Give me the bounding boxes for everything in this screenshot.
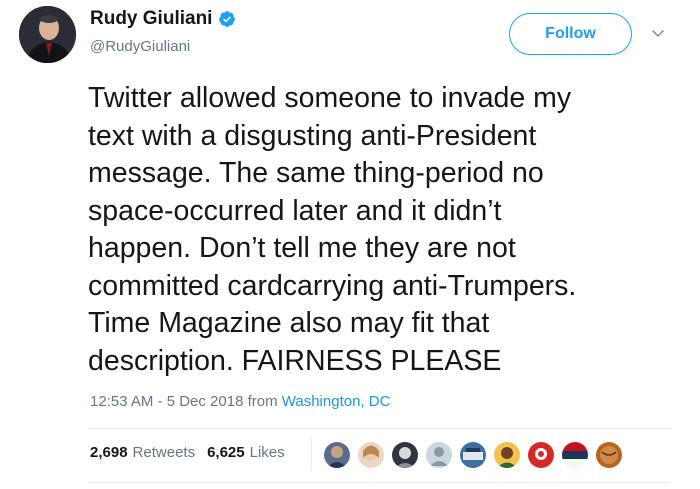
likes-stat[interactable]: 6,625 Likes xyxy=(207,444,285,461)
follow-button[interactable]: Follow xyxy=(509,13,632,55)
likers-avatars xyxy=(322,440,628,470)
location-link[interactable]: Washington, DC xyxy=(282,393,391,410)
tweet-text: Twitter allowed someone to invade my tex… xyxy=(88,82,577,377)
tweet-timestamp: 12:53 AM - 5 Dec 2018 from Washington, D… xyxy=(90,393,390,410)
retweets-count: 2,698 xyxy=(90,444,128,461)
liker-avatar[interactable] xyxy=(560,440,590,470)
likes-label: Likes xyxy=(249,444,285,461)
liker-avatar[interactable] xyxy=(322,440,352,470)
likes-count: 6,625 xyxy=(207,444,245,461)
retweets-stat[interactable]: 2,698 Retweets xyxy=(90,444,195,461)
divider xyxy=(88,428,670,429)
liker-avatar[interactable] xyxy=(526,440,556,470)
chevron-down-icon[interactable] xyxy=(650,25,666,41)
tweet-stats: 2,698 Retweets 6,625 Likes xyxy=(90,444,285,461)
divider xyxy=(311,438,312,470)
liker-avatar[interactable] xyxy=(492,440,522,470)
liker-avatar[interactable] xyxy=(458,440,488,470)
liker-avatar[interactable] xyxy=(424,440,454,470)
author-name[interactable]: Rudy Giuliani xyxy=(90,8,212,30)
author-name-row: Rudy Giuliani xyxy=(90,8,236,30)
divider xyxy=(88,482,670,483)
liker-avatar[interactable] xyxy=(594,440,624,470)
retweets-label: Retweets xyxy=(132,444,196,461)
author-avatar[interactable] xyxy=(19,6,76,63)
timestamp-text[interactable]: 12:53 AM - 5 Dec 2018 from xyxy=(90,393,282,410)
liker-avatar[interactable] xyxy=(390,440,420,470)
author-handle[interactable]: @RudyGiuliani xyxy=(90,38,190,55)
verified-badge-icon xyxy=(218,10,236,28)
liker-avatar[interactable] xyxy=(356,440,386,470)
